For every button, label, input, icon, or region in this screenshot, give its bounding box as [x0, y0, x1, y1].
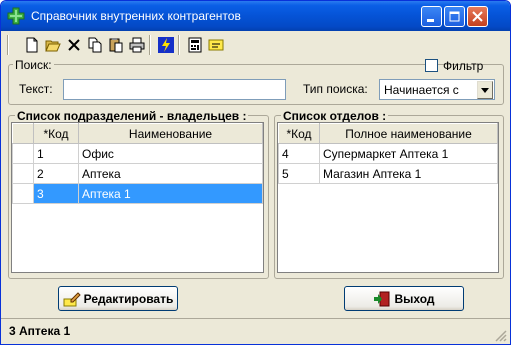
status-bar: 3 Аптека 1	[1, 318, 510, 344]
filter-label: Фильтр	[443, 59, 484, 73]
exit-button-label: Выход	[394, 291, 435, 306]
departments-col-name[interactable]: Полное наименование	[319, 123, 498, 144]
search-input[interactable]	[63, 79, 286, 100]
edit-button[interactable]: Редактировать	[58, 286, 178, 311]
row-indicator	[12, 183, 34, 204]
departments-row-2[interactable]: 5 Магазин Аптека 1	[278, 163, 498, 184]
owners-col-name[interactable]: Наименование	[78, 123, 263, 144]
new-document-icon	[26, 37, 37, 52]
toolbar-grip	[7, 35, 9, 55]
main-window: Справочник внутренних контрагентов Поиск…	[0, 0, 511, 345]
departments-row-1[interactable]: 4 Супермаркет Аптека 1	[278, 143, 498, 164]
copy-icon	[88, 37, 101, 52]
owners-table[interactable]: *Код Наименование 1 Офис 2 Аптека 3 Апте…	[12, 123, 263, 204]
paste-icon	[109, 37, 122, 52]
minimize-button[interactable]	[421, 6, 442, 27]
minimize-icon	[427, 19, 434, 22]
owners-indicator-header	[12, 123, 34, 144]
row-indicator	[12, 163, 34, 184]
departments-name-cell[interactable]: Супермаркет Аптека 1	[319, 143, 498, 164]
print-button[interactable]	[126, 34, 147, 55]
owners-row-1[interactable]: 1 Офис	[12, 143, 263, 164]
owners-name-cell[interactable]: Офис	[78, 143, 263, 164]
new-button[interactable]	[21, 34, 42, 55]
calculator-button[interactable]	[184, 34, 205, 55]
lightning-icon	[157, 36, 174, 53]
toolbar-separator-2	[178, 35, 180, 55]
search-type-value: Начинается с	[384, 83, 459, 97]
green-plus-icon	[7, 7, 25, 25]
search-type-label: Тип поиска:	[303, 82, 368, 96]
departments-col-code[interactable]: *Код	[278, 123, 320, 144]
edit-icon	[63, 291, 81, 306]
toolbar	[5, 33, 235, 57]
maximize-button[interactable]	[444, 6, 465, 27]
departments-code-cell[interactable]: 4	[278, 143, 320, 164]
owners-code-cell[interactable]: 3	[33, 183, 79, 204]
lightning-button[interactable]	[155, 34, 176, 55]
owners-code-cell[interactable]: 1	[33, 143, 79, 164]
toolbar-separator	[149, 35, 151, 55]
text-label: Текст:	[19, 82, 53, 96]
owners-row-2[interactable]: 2 Аптека	[12, 163, 263, 184]
title-bar[interactable]: Справочник внутренних контрагентов	[1, 1, 510, 31]
note-icon	[208, 39, 223, 50]
open-button[interactable]	[42, 34, 63, 55]
delete-button[interactable]	[63, 34, 84, 55]
copy-button[interactable]	[84, 34, 105, 55]
window-title: Справочник внутренних контрагентов	[31, 9, 241, 23]
search-type-select[interactable]: Начинается с	[379, 79, 495, 100]
departments-title: Список отделов :	[281, 109, 389, 123]
maximize-icon	[449, 11, 460, 22]
print-icon	[129, 37, 144, 52]
owners-code-cell[interactable]: 2	[33, 163, 79, 184]
filter-checkbox[interactable]	[425, 59, 438, 72]
chevron-down-icon	[481, 87, 489, 93]
calculator-icon	[188, 37, 201, 52]
row-indicator	[12, 143, 34, 164]
edit-button-label: Редактировать	[83, 291, 174, 306]
paste-button[interactable]	[105, 34, 126, 55]
exit-button[interactable]: Выход	[344, 286, 464, 311]
owners-row-3[interactable]: 3 Аптека 1	[12, 183, 263, 204]
note-button[interactable]	[205, 34, 226, 55]
departments-code-cell[interactable]: 5	[278, 163, 320, 184]
owners-name-cell[interactable]: Аптека 1	[78, 183, 263, 204]
exit-door-icon	[374, 291, 390, 306]
departments-grid[interactable]: *Код Полное наименование 4 Супермаркет А…	[277, 122, 499, 273]
owners-name-cell[interactable]: Аптека	[78, 163, 263, 184]
status-text: 3 Аптека 1	[9, 324, 71, 338]
close-button[interactable]	[467, 6, 488, 27]
delete-icon	[67, 38, 80, 51]
departments-table[interactable]: *Код Полное наименование 4 Супермаркет А…	[278, 123, 498, 184]
search-legend: Поиск:	[13, 58, 54, 72]
owners-grid[interactable]: *Код Наименование 1 Офис 2 Аптека 3 Апте…	[11, 122, 264, 273]
departments-name-cell[interactable]: Магазин Аптека 1	[319, 163, 498, 184]
resize-grip-icon[interactable]	[495, 330, 507, 342]
search-type-dropdown[interactable]	[477, 81, 493, 99]
close-icon	[472, 11, 483, 22]
owners-title: Список подразделений - владельцев :	[15, 109, 249, 123]
open-folder-icon	[44, 40, 61, 51]
owners-col-code[interactable]: *Код	[33, 123, 79, 144]
